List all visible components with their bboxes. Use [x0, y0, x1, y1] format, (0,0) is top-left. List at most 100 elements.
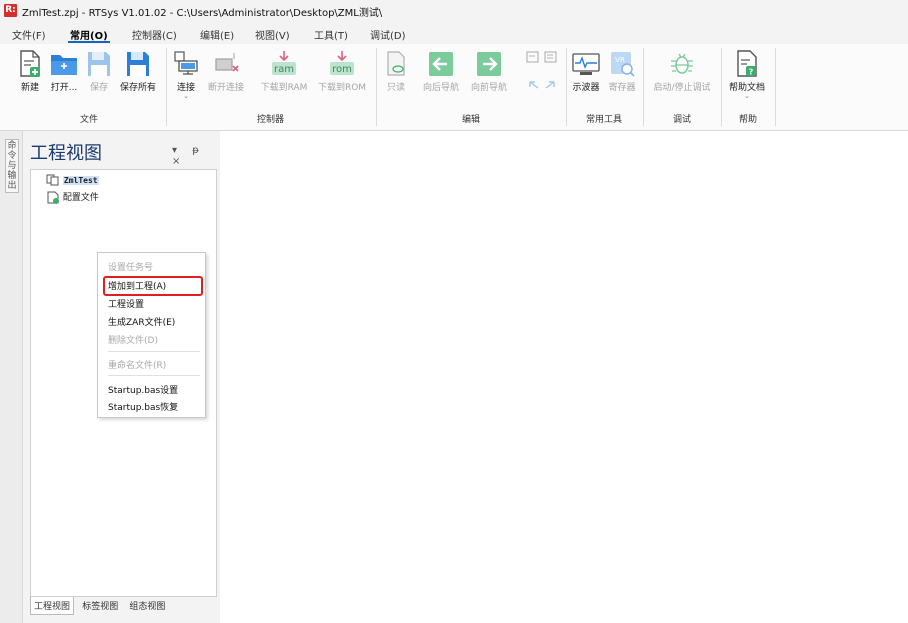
side-panel-strip: 命令与输出 — [0, 131, 23, 623]
register-button[interactable]: VR 寄存器 — [605, 50, 639, 93]
nav-forward-label: 向前导航 — [470, 83, 507, 93]
ctx-rename-file[interactable]: 重命名文件(R) — [108, 358, 166, 371]
project-files-icon — [46, 174, 59, 186]
ribbon-separator — [566, 48, 567, 126]
oscilloscope-label: 示波器 — [572, 83, 600, 93]
ribbon-separator — [775, 48, 776, 126]
connect-dropdown-icon[interactable]: ⌄ — [173, 93, 199, 100]
start-stop-debug-label: 启动/停止调试 — [653, 83, 711, 93]
uncomment-icon — [544, 51, 557, 63]
help-doc-button[interactable]: ? 帮助文档 ⌄ — [726, 50, 768, 100]
group-label-edit: 编辑 — [461, 115, 480, 125]
ctx-highlight-box — [103, 276, 203, 296]
tree-node-config-label: 配置文件 — [62, 193, 99, 203]
config-file-icon — [47, 191, 59, 204]
nav-forward-button[interactable]: 向前导航 — [466, 50, 512, 93]
undo-icon — [529, 81, 539, 89]
redo-icon — [545, 81, 555, 89]
menu-view[interactable]: 视图(V) — [255, 27, 290, 42]
save-all-label: 保存所有 — [119, 83, 156, 93]
download-rom-label: 下载到ROM — [317, 83, 367, 93]
download-rom-icon: rom — [330, 51, 354, 75]
arrow-left-icon — [429, 52, 453, 76]
tree-node-project-label: ZmlTest — [62, 175, 99, 185]
oscilloscope-icon — [572, 53, 600, 75]
ribbon-separator — [643, 48, 644, 126]
download-ram-button[interactable]: ram 下载到RAM — [255, 50, 313, 93]
open-label: 打开... — [50, 83, 78, 93]
comment-icon — [526, 51, 539, 63]
window-title: ZmlTest.zpj - RTSys V1.01.02 - C:\Users\… — [22, 8, 383, 19]
ribbon-separator — [376, 48, 377, 126]
help-dropdown-icon[interactable]: ⌄ — [726, 93, 768, 100]
tab-label-view[interactable]: 标签视图 — [79, 597, 121, 614]
title-bar: R: ZmlTest.zpj - RTSys V1.01.02 - C:\Use… — [0, 0, 908, 22]
menu-tools[interactable]: 工具(T) — [314, 27, 348, 42]
ctx-delete-file[interactable]: 删除文件(D) — [108, 333, 158, 346]
start-stop-debug-button[interactable]: 启动/停止调试 — [648, 50, 716, 93]
command-output-tab[interactable]: 命令与输出 — [5, 139, 19, 193]
main-editor-area[interactable] — [220, 131, 908, 623]
download-rom-button[interactable]: rom 下载到ROM — [314, 50, 370, 93]
new-label: 新建 — [20, 83, 39, 93]
help-doc-icon: ? — [737, 50, 757, 77]
register-vr-icon: VR — [611, 52, 635, 77]
readonly-label: 只读 — [386, 83, 405, 93]
save-label: 保存 — [89, 83, 108, 93]
rom-text: rom — [332, 64, 352, 75]
ribbon-separator — [166, 48, 167, 126]
ctx-generate-zar[interactable]: 生成ZAR文件(E) — [108, 315, 175, 328]
menu-controller[interactable]: 控制器(C) — [132, 27, 177, 42]
group-label-controller: 控制器 — [256, 115, 284, 125]
bug-icon — [671, 53, 693, 74]
menu-common[interactable]: 常用(O) — [70, 27, 108, 42]
register-label: 寄存器 — [608, 83, 636, 93]
ctx-set-task-number[interactable]: 设置任务号 — [108, 260, 153, 273]
ribbon-toolbar: 新建 打开... 保存 保存所有 文件 连接 ⌄ 断开连接 ram 下载到RAM… — [0, 44, 908, 131]
menu-debug[interactable]: 调试(D) — [370, 27, 406, 42]
redo-button[interactable] — [542, 78, 560, 92]
save-button[interactable]: 保存 — [86, 50, 112, 93]
context-menu: 设置任务号 增加到工程(A) 工程设置 生成ZAR文件(E) 删除文件(D) 重… — [97, 252, 206, 418]
readonly-button[interactable]: 只读 — [384, 50, 408, 93]
disconnect-button[interactable]: 断开连接 — [204, 50, 248, 93]
tab-project-view[interactable]: 工程视图 — [30, 597, 75, 615]
menu-edit[interactable]: 编辑(E) — [200, 27, 234, 42]
readonly-icon — [387, 51, 405, 76]
tab-config-view[interactable]: 组态视图 — [126, 597, 168, 614]
menu-file[interactable]: 文件(F) — [12, 27, 46, 42]
tree-node-project[interactable]: ZmlTest — [46, 174, 99, 186]
undo-button[interactable] — [524, 78, 542, 92]
panel-title: 工程视图 — [30, 143, 102, 164]
ram-text: ram — [274, 64, 294, 75]
open-folder-icon — [51, 55, 77, 75]
save-all-disk-icon — [127, 52, 149, 76]
active-menu-indicator — [68, 41, 110, 43]
comment-button[interactable] — [524, 50, 542, 66]
download-ram-label: 下载到RAM — [260, 83, 308, 93]
oscilloscope-button[interactable]: 示波器 — [570, 50, 602, 93]
ctx-separator — [108, 375, 200, 376]
save-all-button[interactable]: 保存所有 — [116, 50, 160, 93]
disconnect-icon — [215, 53, 239, 72]
group-label-debug: 调试 — [672, 115, 691, 125]
group-label-help: 帮助 — [738, 115, 757, 125]
panel-window-controls[interactable]: ▾ ᵽ × — [172, 145, 219, 167]
ctx-startup-restore[interactable]: Startup.bas恢复 — [108, 400, 178, 413]
connect-button[interactable]: 连接 ⌄ — [173, 50, 199, 100]
uncomment-button[interactable] — [542, 50, 560, 66]
open-button[interactable]: 打开... — [47, 50, 81, 93]
nav-back-button[interactable]: 向后导航 — [418, 50, 464, 93]
new-button[interactable]: 新建 — [15, 50, 45, 93]
nav-back-label: 向后导航 — [422, 83, 459, 93]
menu-bar: 文件(F) 常用(O) 控制器(C) 编辑(E) 视图(V) 工具(T) 调试(… — [0, 22, 908, 44]
save-disk-icon — [88, 52, 110, 76]
panel-bottom-tabs: 工程视图 标签视图 组态视图 — [30, 597, 170, 615]
group-label-file: 文件 — [79, 115, 98, 125]
group-label-tools: 常用工具 — [585, 115, 622, 125]
ctx-project-settings[interactable]: 工程设置 — [108, 297, 144, 310]
ctx-startup-settings[interactable]: Startup.bas设置 — [108, 383, 178, 396]
disconnect-label: 断开连接 — [207, 83, 244, 93]
app-logo-icon: R: — [4, 4, 17, 17]
tree-node-config[interactable]: 配置文件 — [46, 190, 99, 204]
